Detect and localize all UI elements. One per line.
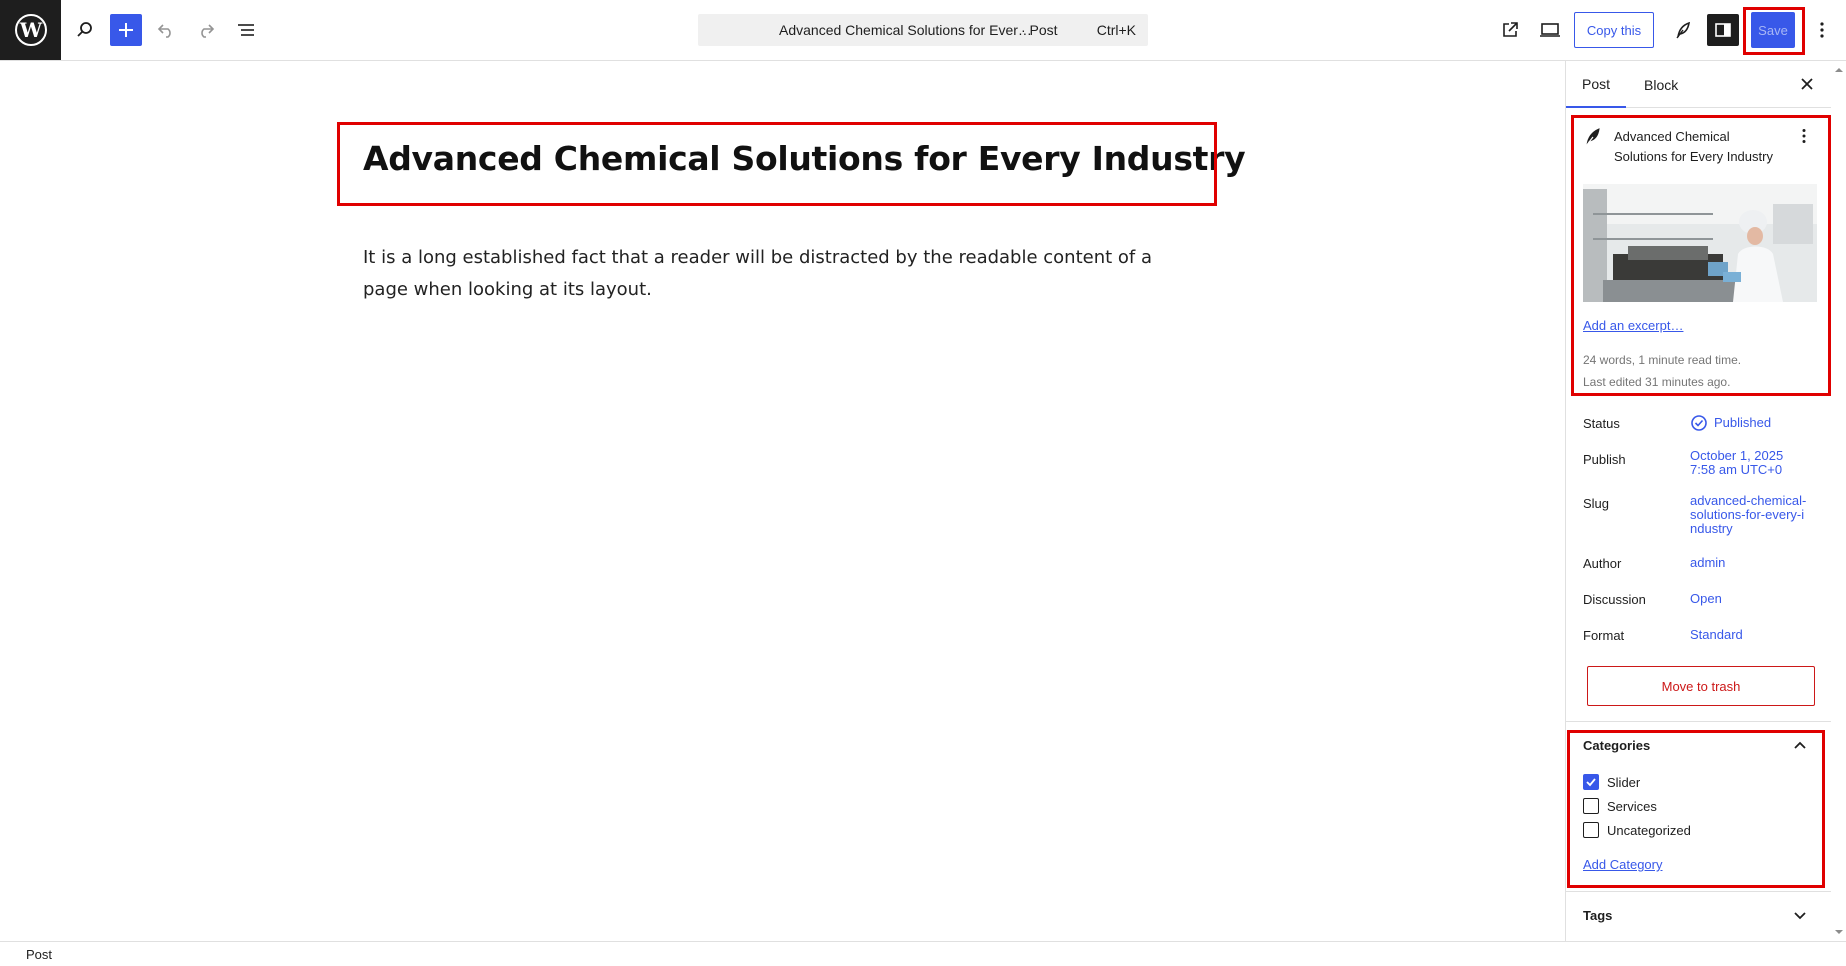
options-menu-button[interactable]	[1806, 14, 1838, 46]
author-value[interactable]: admin	[1690, 556, 1810, 570]
view-post-button[interactable]	[1494, 14, 1526, 46]
lab-scientist-photo	[1583, 184, 1817, 302]
preview-button[interactable]	[1534, 14, 1566, 46]
document-overview-button[interactable]	[230, 14, 262, 46]
search-button[interactable]	[69, 14, 101, 46]
tab-post[interactable]: Post	[1566, 61, 1627, 108]
settings-sidebar: Post Block Advanced Chemical Solutions f…	[1565, 61, 1831, 941]
featured-image[interactable]	[1583, 184, 1817, 302]
post-title[interactable]: Advanced Chemical Solutions for Every In…	[363, 139, 1246, 178]
settings-toggle-button[interactable]	[1707, 14, 1739, 46]
scroll-down-arrow-icon	[1835, 930, 1843, 934]
sidebar-icon	[1715, 23, 1731, 37]
word-count: 24 words, 1 minute read time.	[1583, 353, 1742, 367]
slug-value[interactable]: advanced-chemical-solutions-for-every-in…	[1690, 494, 1808, 536]
block-inserter-button[interactable]	[110, 14, 142, 46]
undo-button[interactable]	[150, 14, 182, 46]
panel-divider	[1566, 721, 1831, 722]
more-vertical-icon	[1820, 22, 1824, 38]
search-icon	[77, 22, 92, 37]
wordpress-icon: W	[14, 14, 47, 46]
paragraph-block[interactable]: It is a long established fact that a rea…	[363, 242, 1183, 306]
chevron-down-icon	[1794, 912, 1806, 920]
checkmark-icon	[1586, 778, 1596, 787]
publish-value[interactable]: October 1, 2025 7:58 am UTC+0	[1690, 449, 1800, 477]
save-button[interactable]: Save	[1751, 12, 1795, 48]
document-type: · Post	[1021, 22, 1058, 38]
status-label: Status	[1583, 416, 1620, 431]
document-title: Advanced Chemical Solutions for Ever…	[779, 22, 1032, 38]
sidebar-scrollbar[interactable]	[1832, 61, 1846, 941]
discussion-label: Discussion	[1583, 592, 1646, 607]
feather-icon	[1585, 128, 1600, 147]
category-label: Uncategorized	[1607, 822, 1691, 838]
add-excerpt-link[interactable]: Add an excerpt…	[1583, 318, 1683, 333]
close-sidebar-button[interactable]	[1797, 74, 1817, 94]
publish-label: Publish	[1583, 452, 1626, 467]
post-type-icon	[1584, 127, 1602, 150]
category-item-uncategorized[interactable]: Uncategorized	[1583, 821, 1691, 839]
command-palette-bar[interactable]: Advanced Chemical Solutions for Ever… · …	[698, 14, 1148, 46]
tags-toggle[interactable]	[1793, 909, 1807, 926]
feather-icon	[1676, 21, 1691, 39]
category-checkbox[interactable]	[1583, 798, 1599, 814]
format-value[interactable]: Standard	[1690, 628, 1810, 642]
discussion-value[interactable]: Open	[1690, 592, 1810, 606]
redo-icon	[201, 24, 215, 38]
external-link-icon	[1503, 22, 1518, 37]
check-circle-icon	[1691, 415, 1707, 431]
move-to-trash-button[interactable]: Move to trash	[1587, 666, 1815, 706]
list-view-icon	[238, 24, 254, 36]
copy-this-button[interactable]: Copy this	[1574, 12, 1654, 48]
post-actions-button[interactable]	[1801, 128, 1807, 147]
editor-header: W Advanced Chemical Solutions for Ever… …	[0, 0, 1846, 61]
keyboard-shortcut: Ctrl+K	[1096, 22, 1136, 38]
editor-canvas[interactable]: Advanced Chemical Solutions for Every In…	[0, 61, 1564, 941]
more-vertical-icon	[1802, 129, 1806, 143]
category-checkbox[interactable]	[1583, 822, 1599, 838]
sidebar-tabs: Post Block	[1566, 61, 1831, 108]
tab-block[interactable]: Block	[1628, 61, 1694, 108]
add-category-link[interactable]: Add Category	[1583, 857, 1663, 872]
category-item-services[interactable]: Services	[1583, 797, 1657, 815]
format-label: Format	[1583, 628, 1625, 643]
category-label: Slider	[1607, 774, 1641, 790]
plus-icon	[119, 23, 133, 37]
category-checkbox[interactable]	[1583, 774, 1599, 790]
chevron-up-icon	[1794, 741, 1806, 749]
editor-footer: Post	[0, 941, 1846, 966]
category-label: Services	[1607, 798, 1657, 814]
tags-panel-title[interactable]: Tags	[1583, 908, 1612, 923]
breadcrumb[interactable]: Post	[26, 947, 52, 962]
close-icon	[1801, 78, 1813, 90]
categories-panel-title[interactable]: Categories	[1583, 738, 1650, 753]
panel-divider	[1566, 891, 1831, 892]
jetpack-button[interactable]	[1667, 14, 1699, 46]
author-label: Author	[1583, 556, 1622, 571]
undo-icon	[157, 24, 171, 38]
desktop-icon	[1540, 23, 1560, 37]
redo-button[interactable]	[190, 14, 222, 46]
wordpress-logo[interactable]: W	[0, 0, 61, 60]
post-card-title: Advanced Chemical Solutions for Every In…	[1614, 129, 1773, 164]
categories-toggle[interactable]	[1793, 738, 1807, 755]
svg-text:W: W	[18, 18, 42, 42]
status-value[interactable]: Published	[1714, 416, 1834, 430]
last-edited: Last edited 31 minutes ago.	[1583, 375, 1731, 389]
category-item-slider[interactable]: Slider	[1583, 773, 1640, 791]
slug-label: Slug	[1583, 496, 1610, 511]
published-status-icon	[1690, 414, 1708, 435]
scroll-up-arrow-icon	[1835, 68, 1843, 72]
